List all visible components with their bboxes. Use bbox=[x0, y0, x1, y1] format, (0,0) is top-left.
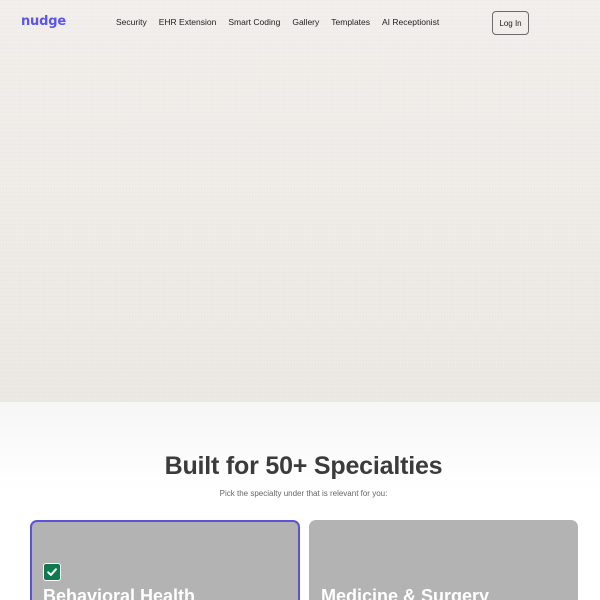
nav-link-smart-coding[interactable]: Smart Coding bbox=[228, 17, 280, 27]
nav-link-gallery[interactable]: Gallery bbox=[292, 17, 319, 27]
nav-link-ai-receptionist[interactable]: AI Receptionist bbox=[382, 17, 439, 27]
section-subtitle: Pick the specialty under that is relevan… bbox=[219, 489, 388, 498]
nav-link-security[interactable]: Security bbox=[116, 17, 147, 27]
nav-links: Security EHR Extension Smart Coding Gall… bbox=[116, 17, 439, 27]
checkmark-icon[interactable] bbox=[43, 563, 61, 581]
specialty-card-label: Medicine & Surgery bbox=[321, 586, 490, 600]
hero-section bbox=[0, 0, 600, 405]
specialty-card-label: Behavioral Health bbox=[43, 586, 196, 600]
nav-link-ehr-extension[interactable]: EHR Extension bbox=[159, 17, 217, 27]
logo[interactable]: nudge bbox=[21, 14, 66, 29]
page: nudge Security EHR Extension Smart Codin… bbox=[0, 0, 600, 600]
top-nav: nudge Security EHR Extension Smart Codin… bbox=[0, 0, 600, 45]
hero-background bbox=[0, 0, 600, 405]
specialty-card-medicine-surgery[interactable]: Medicine & Surgery bbox=[309, 520, 578, 600]
login-button[interactable]: Log In bbox=[492, 11, 529, 35]
specialty-card-behavioral-health[interactable]: Behavioral Health bbox=[30, 520, 300, 600]
section-title: Built for 50+ Specialties bbox=[164, 452, 443, 480]
nav-link-templates[interactable]: Templates bbox=[331, 17, 370, 27]
